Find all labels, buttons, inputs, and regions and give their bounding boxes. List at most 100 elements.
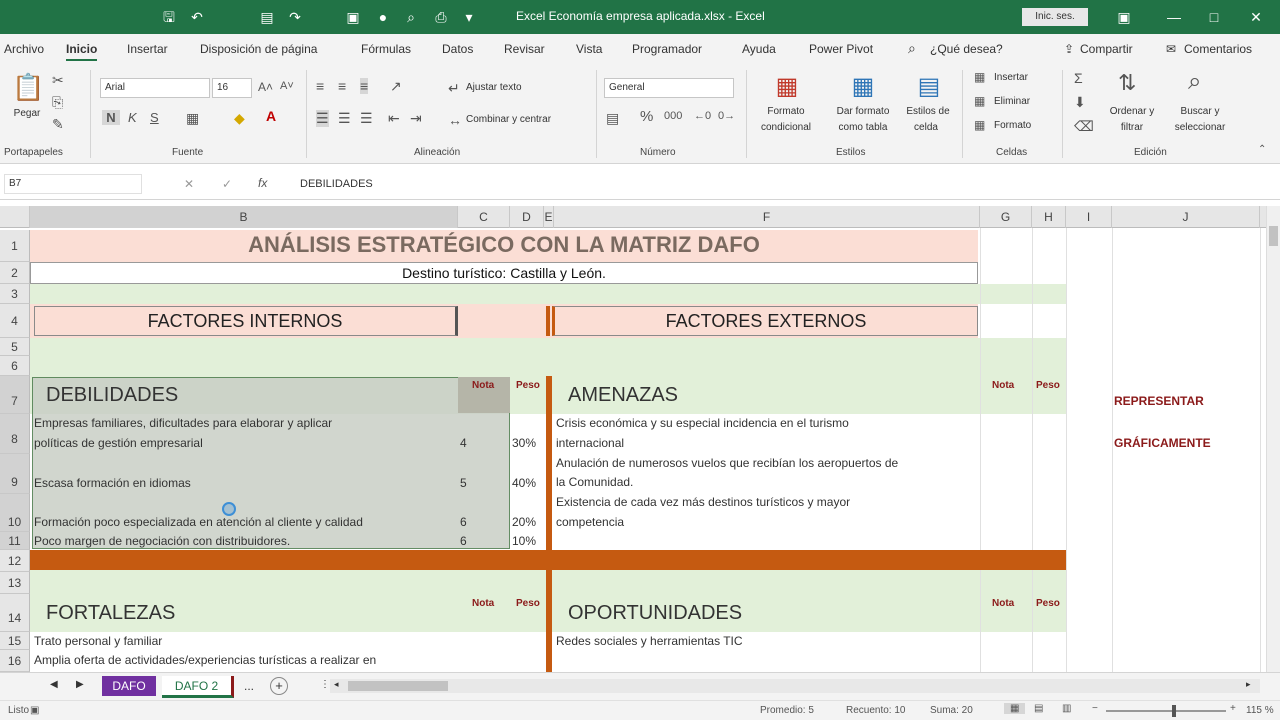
row-header-7[interactable]: 7 [0,376,30,414]
column-header-d[interactable]: D [510,206,544,228]
minimize-icon[interactable]: — [1164,7,1184,27]
sort-filter-line2[interactable]: filtrar [1110,122,1154,134]
row-header-5[interactable]: 5 [0,338,30,356]
format-table-line1[interactable]: Dar formato [828,106,898,118]
tell-me-search[interactable]: ¿Qué desea? [930,42,1003,56]
vertical-scroll-thumb[interactable] [1269,226,1278,246]
tab-ayuda[interactable]: Ayuda [742,42,776,56]
font-size-select[interactable]: 16 [212,78,252,98]
print-preview-icon[interactable]: ⎙ [432,8,450,26]
percent-icon[interactable]: % [640,108,653,125]
tab-vista[interactable]: Vista [576,42,602,56]
tab-power-pivot[interactable]: Power Pivot [809,42,873,56]
underline-button[interactable]: S [150,110,159,125]
zoom-slider[interactable] [1106,710,1226,712]
zoom-slider-thumb[interactable] [1172,705,1176,717]
zoom-level[interactable]: 115 % [1246,705,1274,716]
tab-insertar[interactable]: Insertar [127,42,168,56]
options-icon[interactable]: ⋮ [320,679,330,690]
column-header-c[interactable]: C [458,206,510,228]
cell-styles-line1[interactable]: Estilos de [900,106,956,118]
vertical-scrollbar[interactable] [1266,206,1280,672]
accounting-icon[interactable]: ▤ [606,110,619,127]
cut-icon[interactable]: ✂ [52,72,64,89]
normal-view-icon[interactable]: ▦ [1004,703,1026,714]
align-right-icon[interactable]: ☰ [360,110,373,127]
search-icon[interactable]: ⌕ [402,8,420,26]
lightbulb-icon[interactable]: ⌕ [908,40,916,57]
row-header-14[interactable]: 14 [0,594,30,632]
undo-icon[interactable]: ↶ [188,8,206,26]
row-header-11[interactable]: 11 [0,532,30,550]
prev-sheet-icon[interactable]: ◀ [50,679,58,690]
paste-icon[interactable]: 📋 [12,72,44,103]
column-header-b[interactable]: B [30,206,458,228]
align-center-icon[interactable]: ☰ [338,110,351,127]
sheet-tab-dafo-2[interactable]: DAFO 2 [162,676,234,698]
conditional-format-line2[interactable]: condicional [752,122,820,134]
row-header-1[interactable]: 1 [0,230,30,262]
row-header-6[interactable]: 6 [0,356,30,376]
zoom-in-icon[interactable]: + [1230,703,1236,714]
collapse-ribbon-icon[interactable]: ⌃ [1258,144,1266,155]
row-header-10[interactable]: 10 [0,494,30,532]
row-header-4[interactable]: 4 [0,304,30,338]
italic-button[interactable]: K [128,110,137,125]
customize-qat-icon[interactable]: ▾ [460,8,478,26]
insert-function-icon[interactable]: fx [258,176,267,190]
comma-style-icon[interactable]: 000 [664,110,682,122]
find-select-icon[interactable]: ⌕ [1188,68,1201,96]
clear-icon[interactable]: ⌫ [1074,118,1094,135]
tab-datos[interactable]: Datos [442,42,473,56]
merge-icon[interactable]: ↔ [448,112,462,128]
comments-button[interactable]: Comentarios [1184,42,1252,56]
wrap-text-icon[interactable]: ↵ [448,80,460,97]
row-header-13[interactable]: 13 [0,572,30,594]
more-sheets[interactable]: ... [244,679,254,693]
cell-styles-line2[interactable]: celda [904,122,948,134]
delete-cells-button[interactable]: Eliminar [994,96,1030,108]
fill-color-icon[interactable]: ◆ [234,110,245,127]
tab-disposicion[interactable]: Disposición de página [200,42,317,56]
share-button[interactable]: Compartir [1080,42,1133,56]
next-sheet-icon[interactable]: ▶ [76,679,84,690]
select-all-corner[interactable] [0,206,30,228]
format-cells-icon[interactable]: ▦ [974,118,985,132]
name-box[interactable]: B7 [4,174,142,194]
increase-indent-icon[interactable]: ⇥ [410,110,422,127]
row-header-9[interactable]: 9 [0,454,30,494]
page-layout-icon[interactable]: ▤ [1034,703,1043,714]
maximize-icon[interactable]: □ [1204,7,1224,27]
formula-input[interactable]: DEBILIDADES [300,178,373,190]
redo-icon[interactable]: ↷ [286,8,304,26]
column-header-j[interactable]: J [1112,206,1260,228]
close-icon[interactable]: ✕ [1246,7,1266,27]
screenshot-icon[interactable]: ▣ [344,8,362,26]
insert-cells-icon[interactable]: ▦ [974,70,985,84]
copy-icon[interactable]: ⎘ [52,94,63,111]
shrink-font-icon[interactable]: A˅ [280,80,294,92]
scroll-left-icon[interactable]: ◂ [334,679,339,690]
sort-filter-line1[interactable]: Ordenar y [1106,106,1158,118]
row-header-16[interactable]: 16 [0,650,30,672]
autosum-icon[interactable]: Σ [1074,70,1083,86]
paste-button[interactable]: Pegar [10,108,44,120]
merge-center-button[interactable]: Combinar y centrar [466,114,551,126]
orientation-icon[interactable]: ↗ [390,78,402,95]
file-icon[interactable]: ▤ [258,8,276,26]
number-format-select[interactable]: General [604,78,734,98]
tab-formulas[interactable]: Fórmulas [361,42,411,56]
page-break-icon[interactable]: ▥ [1062,703,1071,714]
column-header-h[interactable]: H [1032,206,1066,228]
wrap-text-button[interactable]: Ajustar texto [466,82,522,94]
cancel-icon[interactable]: ✕ [184,177,194,191]
record-icon[interactable]: ● [374,8,392,26]
row-header-2[interactable]: 2 [0,262,30,284]
zoom-out-icon[interactable]: − [1092,703,1098,714]
find-select-line1[interactable]: Buscar y [1174,106,1226,118]
sheet-tab-dafo[interactable]: DAFO [102,676,156,696]
delete-cells-icon[interactable]: ▦ [974,94,985,108]
font-color-icon[interactable]: A [266,108,276,124]
format-cells-button[interactable]: Formato [994,120,1031,132]
conditional-format-line1[interactable]: Formato [756,106,816,118]
